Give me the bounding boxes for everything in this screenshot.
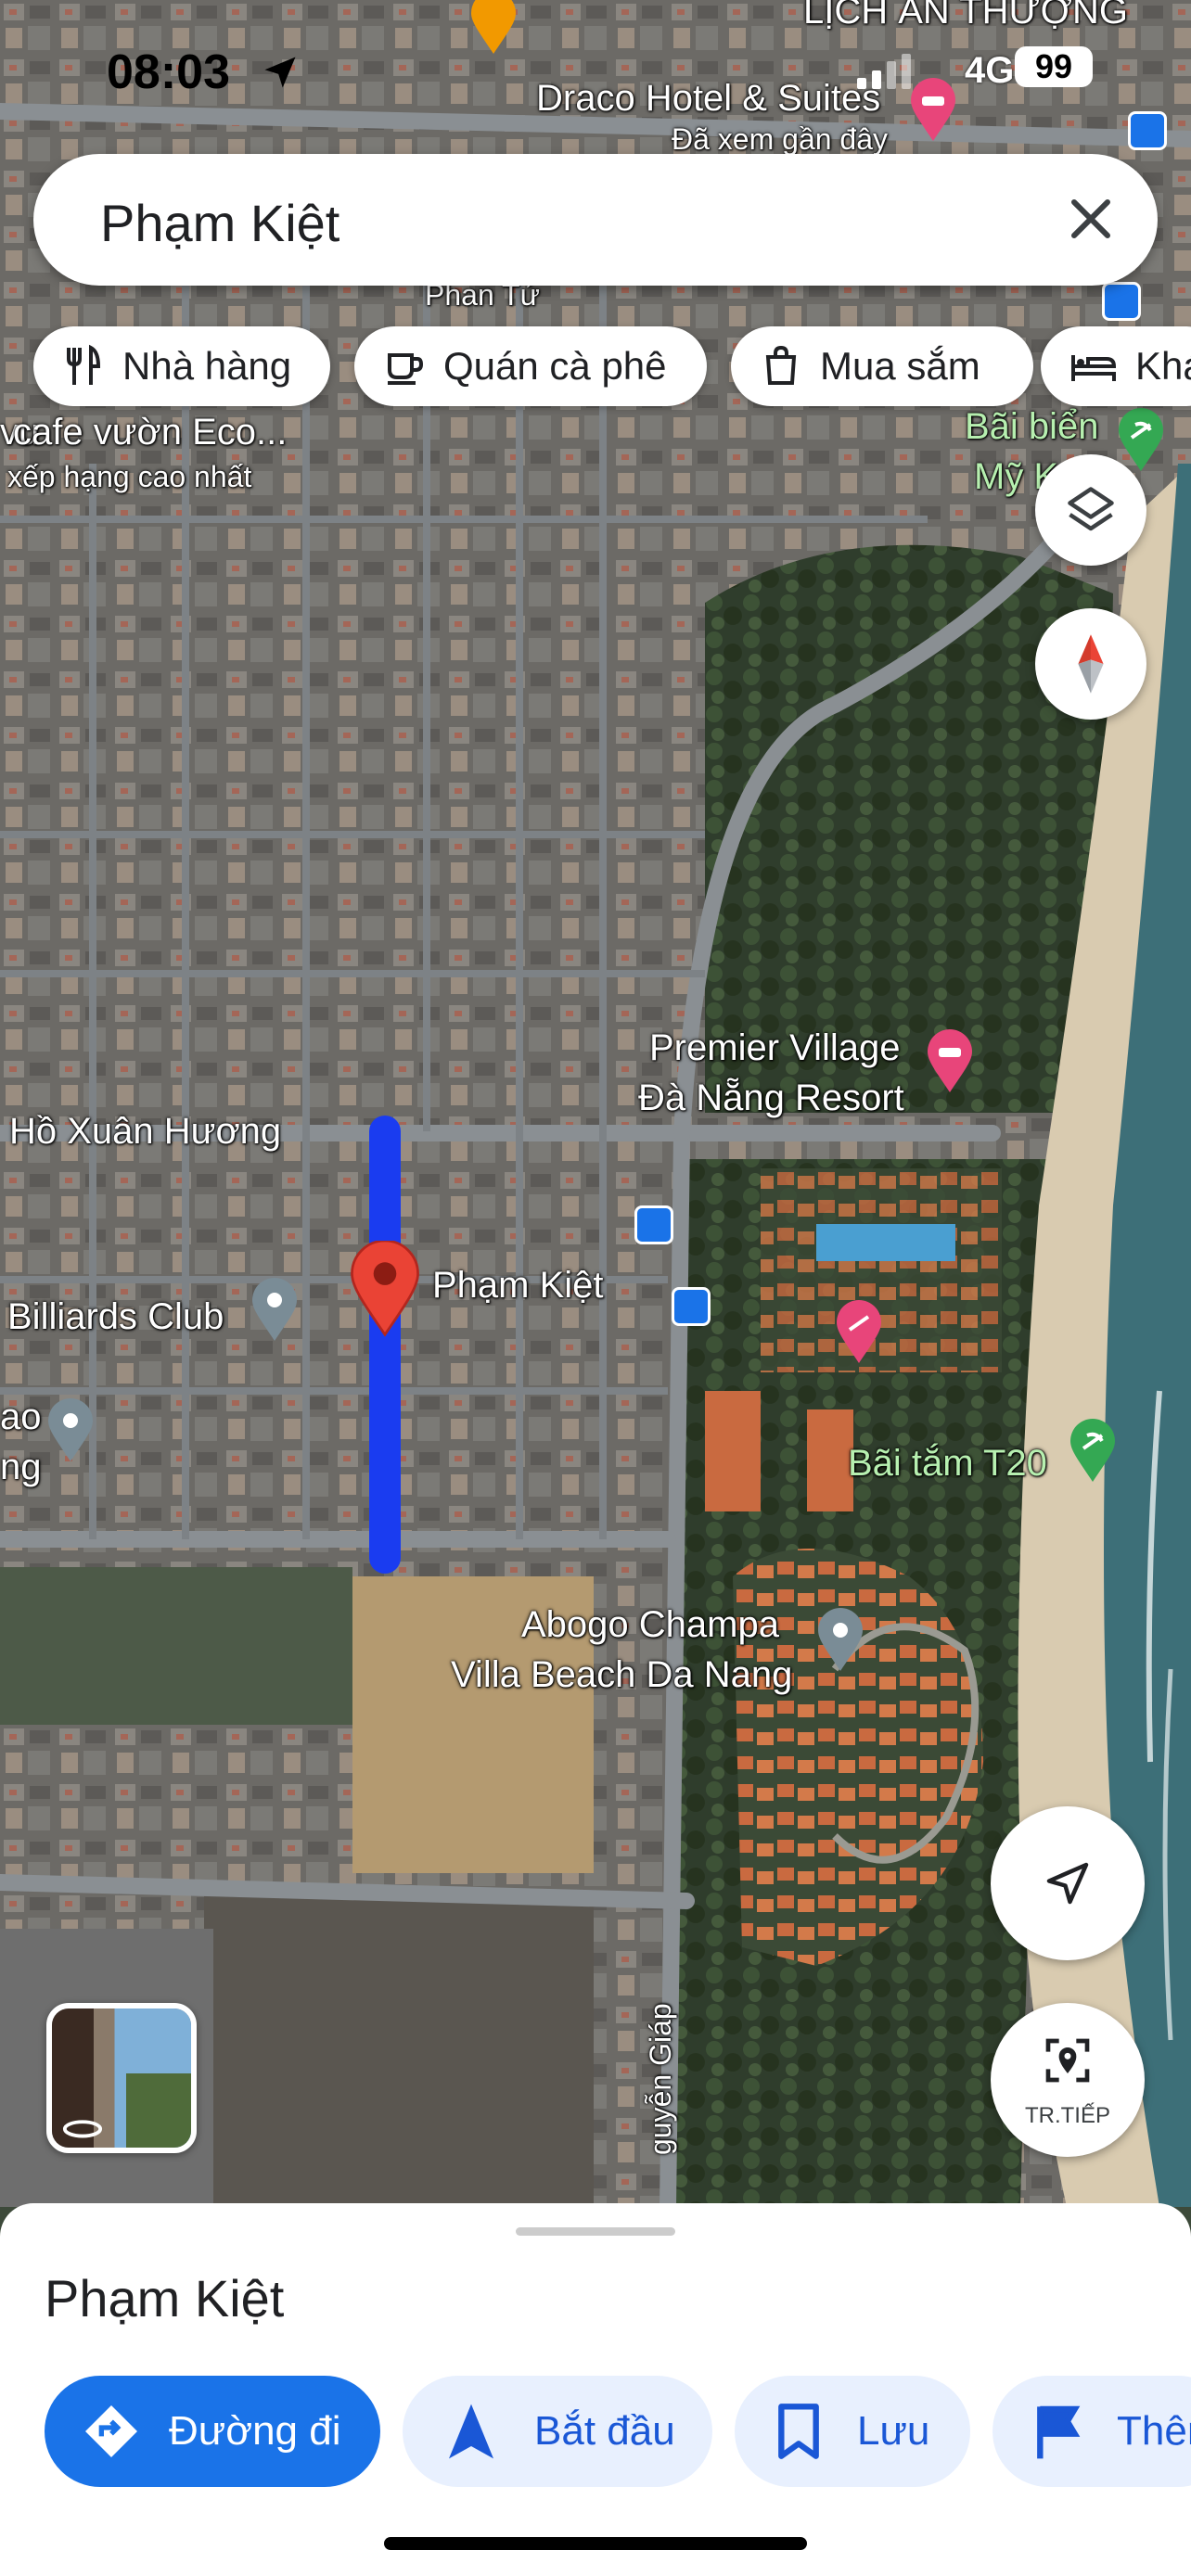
navigation-start-icon (449, 2404, 493, 2459)
search-query[interactable]: Phạm Kiệt (100, 193, 339, 253)
bookmark-icon (778, 2404, 819, 2459)
search-bar[interactable]: Phạm Kiệt (33, 154, 1158, 286)
map-label-ao: ao (0, 1396, 42, 1437)
sheet-drag-handle[interactable] (516, 2227, 675, 2236)
bus-stop-icon[interactable] (634, 1205, 673, 1244)
shopping-bag-icon (765, 345, 797, 385)
transit-location-icon (1045, 2038, 1090, 2083)
bus-stop-icon[interactable] (672, 1287, 711, 1326)
more-button[interactable]: Thêm (992, 2376, 1191, 2487)
bus-stop-icon[interactable] (1128, 111, 1167, 150)
place-title: Phạm Kiệt (45, 2269, 285, 2327)
chip-label: Khá (1135, 344, 1191, 388)
chip-hotels[interactable]: Khá (1041, 326, 1191, 406)
status-time: 08:03 (107, 45, 230, 99)
save-button[interactable]: Lưu (735, 2376, 970, 2487)
place-sheet[interactable]: Phạm Kiệt Đường đi Bắt đầu Lưu Thêm (0, 2203, 1191, 2576)
coffee-icon (388, 353, 424, 385)
beach-resort-pin-icon[interactable] (831, 1300, 887, 1365)
billiards-pin-icon[interactable] (247, 1278, 302, 1343)
transit-button[interactable]: TR.TIẾP (991, 2003, 1145, 2157)
restaurant-icon (67, 344, 101, 385)
location-arrow-icon (264, 57, 296, 88)
map-label-draco-sub: Đã xem gần đây (672, 122, 889, 156)
home-indicator[interactable] (384, 2537, 807, 2550)
compass-icon (1078, 634, 1104, 694)
transit-label: TR.TIẾP (1024, 2103, 1110, 2128)
map-label-nguyen-giap: guyễn Giáp (644, 2003, 677, 2155)
map-label-bai-bien[interactable]: Bãi biển (965, 408, 1099, 445)
place-pin-icon[interactable] (43, 1398, 98, 1463)
close-icon[interactable] (1057, 185, 1124, 252)
premier-hotel-pin-icon[interactable] (922, 1029, 978, 1094)
bus-stop-icon[interactable] (1102, 282, 1141, 321)
bai-tam-pin-icon[interactable] (1065, 1419, 1121, 1484)
layers-icon (1068, 487, 1114, 531)
chip-label: Mua sắm (820, 344, 980, 388)
network-type: 4G (965, 50, 1015, 91)
start-button[interactable]: Bắt đầu (403, 2376, 712, 2487)
flag-icon (1037, 2405, 1081, 2459)
map-label-abogo-1[interactable]: Abogo Champa (521, 1606, 779, 1643)
chip-restaurants[interactable]: Nhà hàng (33, 326, 330, 406)
compass-button[interactable] (1035, 608, 1146, 720)
street-view-thumbnail[interactable] (46, 2003, 197, 2153)
navigation-arrow-icon (1046, 1862, 1089, 1905)
selected-location-pin-icon[interactable] (347, 1241, 423, 1337)
map-label-lich-an-thuong: LỊCH ẨN THƯỢNG (803, 0, 1128, 32)
abogo-pin-icon[interactable] (813, 1608, 868, 1673)
save-label: Lưu (857, 2408, 930, 2454)
more-label: Thêm (1117, 2408, 1191, 2454)
start-label: Bắt đầu (534, 2408, 675, 2454)
map-label-bai-tam[interactable]: Bãi tắm T20 (848, 1445, 1047, 1482)
map-label-billiards[interactable]: Billiards Club (7, 1298, 224, 1335)
layers-button[interactable] (1035, 454, 1146, 566)
map-label-cafe-sub: xếp hạng cao nhất (7, 460, 252, 493)
directions-label: Đường đi (169, 2408, 341, 2454)
directions-icon (85, 2405, 137, 2457)
map-label-premier-1[interactable]: Premier Village (649, 1029, 901, 1066)
map-label-ng: ng (0, 1447, 42, 1487)
map-label-pham-kiet[interactable]: Phạm Kiệt (432, 1267, 604, 1304)
map-label-cafe-vuon[interactable]: cafe vườn Eco... (13, 414, 287, 451)
map-label-abogo-2: Villa Beach Da Nang (451, 1654, 793, 1695)
chip-label: Quán cà phê (443, 344, 667, 388)
directions-button[interactable]: Đường đi (45, 2376, 380, 2487)
signal-icon (857, 54, 911, 89)
map-label-premier-2: Đà Nẵng Resort (638, 1078, 904, 1118)
battery-level: 99 (1015, 46, 1093, 87)
status-bar: 08:03 4G 99 (0, 37, 1191, 102)
chip-label: Nhà hàng (122, 344, 292, 388)
rotate-360-icon (62, 2120, 103, 2138)
map-label-ho-xuan-huong: Hồ Xuân Hương (9, 1111, 282, 1152)
my-location-button[interactable] (991, 1806, 1145, 1960)
hotel-icon (1071, 355, 1117, 381)
chip-shopping[interactable]: Mua sắm (731, 326, 1033, 406)
chip-coffee[interactable]: Quán cà phê (354, 326, 707, 406)
